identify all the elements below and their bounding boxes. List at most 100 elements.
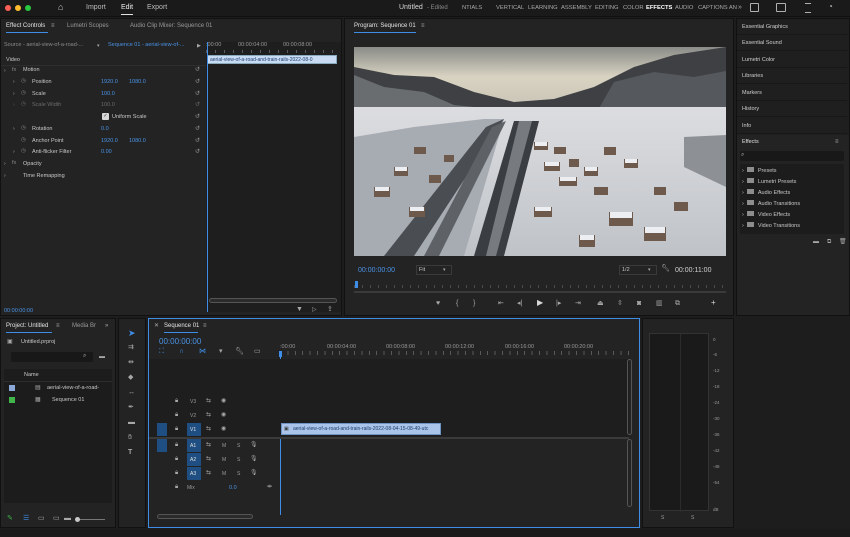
play-audio-icon[interactable]: ▷ (312, 306, 317, 314)
stopwatch-icon[interactable]: ◷ (21, 90, 26, 96)
mini-playhead[interactable] (207, 42, 208, 312)
track-v2-label[interactable]: V2 (190, 413, 196, 419)
filter-icon[interactable]: ▼ (296, 306, 303, 314)
stopwatch-icon[interactable]: ◷ (21, 137, 26, 143)
essential-sound-panel[interactable]: Essential Sound (737, 35, 847, 51)
tab-lumetri-scopes[interactable]: Lumetri Scopes (67, 19, 109, 33)
export-frame-icon[interactable]: ◙ (637, 300, 641, 308)
window-maximize-button[interactable] (25, 5, 31, 11)
rotation-value[interactable]: 0.0 (101, 126, 109, 132)
freeform-view-icon[interactable]: ▭ (53, 515, 60, 523)
project-item-sequence[interactable]: ▦ Sequence 01 (4, 395, 112, 406)
sync-lock-icon[interactable]: ⇆ (206, 441, 211, 449)
mute-button[interactable]: M (222, 443, 226, 449)
home-icon[interactable]: ⌂ (58, 3, 63, 12)
go-to-end-icon[interactable]: ⇹ (267, 483, 272, 491)
captions-icon[interactable]: ▭ (254, 348, 261, 356)
program-video-frame[interactable] (354, 47, 726, 256)
video-clip[interactable]: ▣ aerial-view-of-a-road-and-train-rails-… (281, 423, 441, 435)
workspace-vertical[interactable]: VERTICAL (496, 0, 524, 16)
tab-media-browser[interactable]: Media Br (72, 319, 96, 333)
menu-icon[interactable]: ≡ (56, 322, 60, 330)
sequence-link[interactable]: Sequence 01 - aerial-view-of-... (108, 42, 184, 48)
scrubber-playhead[interactable] (355, 281, 358, 288)
settings-wrench-icon[interactable]: 🔧︎ (235, 348, 244, 356)
expand-chevron-icon[interactable]: › (4, 172, 6, 180)
effects-search-input[interactable]: ⌕ (740, 151, 844, 161)
reset-icon[interactable]: ↺ (195, 113, 200, 120)
microphone-icon[interactable]: 🎙︎ (250, 455, 258, 463)
reset-icon[interactable]: ↺ (195, 137, 200, 144)
history-panel[interactable]: History (737, 101, 847, 117)
program-scrubber[interactable] (354, 281, 726, 289)
lock-icon[interactable]: 🔒︎ (175, 397, 178, 405)
play-icon[interactable]: ▶ (537, 299, 543, 307)
workspace-captions[interactable]: CAPTIONS AN (698, 0, 737, 16)
scale-value[interactable]: 100.0 (101, 91, 115, 97)
project-search-input[interactable]: ⌕ (11, 352, 93, 362)
menu-import[interactable]: Import (86, 0, 106, 16)
wrench-icon[interactable]: 🔧︎ (661, 265, 670, 273)
go-to-out-icon[interactable]: ⇥ (575, 300, 581, 308)
expand-chevron-icon[interactable]: › (13, 125, 15, 133)
play-clip-icon[interactable]: ▶ (197, 42, 201, 50)
selection-tool-icon[interactable]: ➤ (128, 329, 136, 338)
lock-icon[interactable]: 🔒︎ (175, 441, 178, 449)
sync-lock-icon[interactable]: ⇆ (206, 469, 211, 477)
menu-icon[interactable]: ≡ (835, 138, 839, 146)
folder-audio-effects[interactable]: › Audio Effects (742, 189, 790, 196)
workspace-ntials[interactable]: NTIALS (462, 0, 482, 16)
lift-icon[interactable]: ⏏︎ (597, 300, 604, 308)
timeline-vertical-scrollbar-video[interactable] (627, 359, 632, 435)
expand-chevron-icon[interactable]: › (13, 78, 15, 86)
folder-presets[interactable]: › Presets (742, 167, 777, 174)
tab-sequence[interactable]: Sequence 01 (164, 319, 199, 333)
zoom-slider-handle[interactable] (75, 517, 80, 522)
timeline-ruler[interactable]: :00:00 00:00:04:00 00:00:08:00 00:00:12:… (279, 341, 630, 357)
ripple-edit-tool-icon[interactable]: ⇹ (128, 359, 134, 367)
notifications-icon[interactable]: ◔ (828, 3, 833, 11)
sync-lock-icon[interactable]: ⇆ (206, 397, 211, 405)
solo-left-button[interactable]: S (661, 515, 664, 521)
uniform-scale-checkbox[interactable]: ✓ (102, 113, 109, 120)
pencil-icon[interactable]: ✎ (7, 515, 13, 523)
solo-right-button[interactable]: S (691, 515, 694, 521)
track-select-tool-icon[interactable]: ⇉ (128, 344, 134, 352)
workspace-assembly[interactable]: ASSEMBLY (561, 0, 592, 16)
folder-video-transitions[interactable]: › Video Transitions (742, 222, 800, 229)
add-marker-icon[interactable]: ▾ (219, 348, 223, 356)
source-label[interactable]: Source - aerial-view-of-a-road-... (4, 42, 83, 48)
project-item-clip[interactable]: ▤ aerial-view-of-a-road- (4, 383, 112, 394)
full-screen-icon[interactable] (776, 3, 786, 12)
mix-volume-value[interactable]: 0.0 (229, 485, 237, 491)
razor-tool-icon[interactable]: ◆ (128, 374, 133, 382)
extract-icon[interactable]: ⇳ (617, 300, 623, 308)
window-minimize-button[interactable] (15, 5, 21, 11)
snap-icon[interactable]: ∩ (179, 348, 184, 356)
workspace-effects[interactable]: EFFECTS (646, 0, 672, 16)
microphone-icon[interactable]: 🎙︎ (250, 441, 258, 449)
mute-button[interactable]: M (222, 457, 226, 463)
track-v3-label[interactable]: V3 (190, 399, 196, 405)
workspace-editing[interactable]: EDITING (595, 0, 619, 16)
folder-lumetri-presets[interactable]: › Lumetri Presets (742, 178, 796, 185)
tab-effect-controls[interactable]: Effect Controls (6, 19, 45, 33)
slip-tool-icon[interactable]: ↔ (128, 389, 135, 397)
pen-tool-icon[interactable]: ✒ (128, 404, 134, 412)
source-dropdown-icon[interactable]: ▾ (97, 42, 100, 50)
share-icon[interactable] (805, 3, 811, 13)
program-monitor-title[interactable]: Program: Sequence 01 (354, 19, 416, 33)
step-forward-icon[interactable]: |▸ (556, 300, 561, 308)
libraries-panel[interactable]: Libraries (737, 68, 847, 84)
nest-icon[interactable]: ⛶ (159, 348, 164, 356)
solo-button[interactable]: S (237, 457, 240, 463)
folder-video-effects[interactable]: › Video Effects (742, 211, 790, 218)
position-x-value[interactable]: 1920.0 (101, 79, 118, 85)
workspace-color[interactable]: COLOR (623, 0, 644, 16)
effects-panel-title[interactable]: Effects (742, 139, 759, 145)
reset-icon[interactable]: ↺ (195, 148, 200, 155)
workspace-more[interactable]: » (738, 0, 742, 16)
close-icon[interactable]: ✕ (154, 322, 159, 330)
button-editor-icon[interactable]: + (711, 299, 716, 307)
program-zoom-bar[interactable] (354, 291, 726, 293)
